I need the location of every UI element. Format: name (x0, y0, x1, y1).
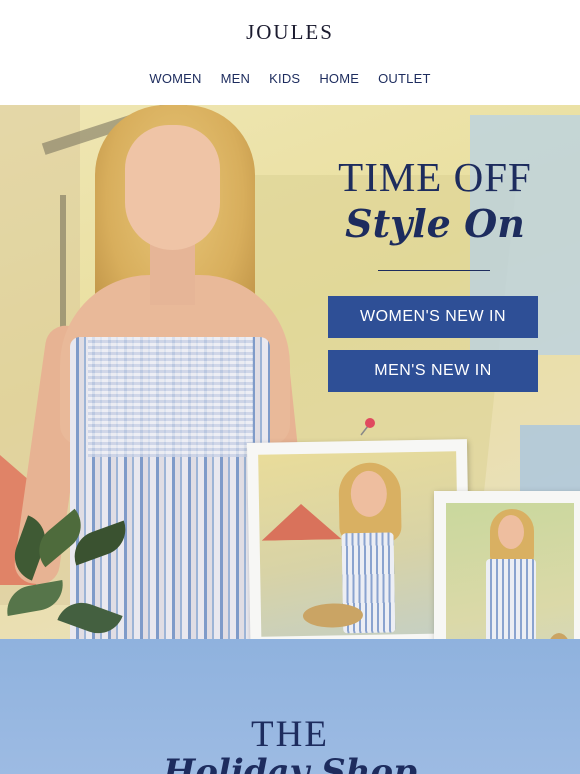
pushpin-icon (360, 418, 375, 436)
brand-logo[interactable]: JOULES (0, 20, 580, 45)
mens-new-in-button[interactable]: MEN'S NEW IN (328, 350, 538, 392)
nav-outlet[interactable]: OUTLET (378, 71, 430, 86)
main-nav: WOMEN MEN KIDS HOME OUTLET (0, 71, 580, 86)
nav-home[interactable]: HOME (319, 71, 359, 86)
divider (378, 270, 490, 271)
nav-men[interactable]: MEN (221, 71, 251, 86)
model-face (125, 125, 220, 250)
hero-subheadline: Style On (345, 201, 525, 246)
holiday-shop-title: THE (251, 714, 329, 755)
email-header: JOULES WOMEN MEN KIDS HOME OUTLET (0, 0, 580, 105)
model-face (498, 515, 524, 549)
seated-model-photo (258, 451, 460, 637)
hero-headline: TIME OFF (338, 154, 532, 200)
nav-kids[interactable]: KIDS (269, 71, 300, 86)
parasol-illustration (261, 503, 342, 564)
nav-women[interactable]: WOMEN (149, 71, 201, 86)
smocked-bodice (88, 337, 253, 457)
womens-new-in-button[interactable]: WOMEN'S NEW IN (328, 296, 538, 338)
holiday-shop-subtitle: Holiday Shop (163, 752, 417, 774)
